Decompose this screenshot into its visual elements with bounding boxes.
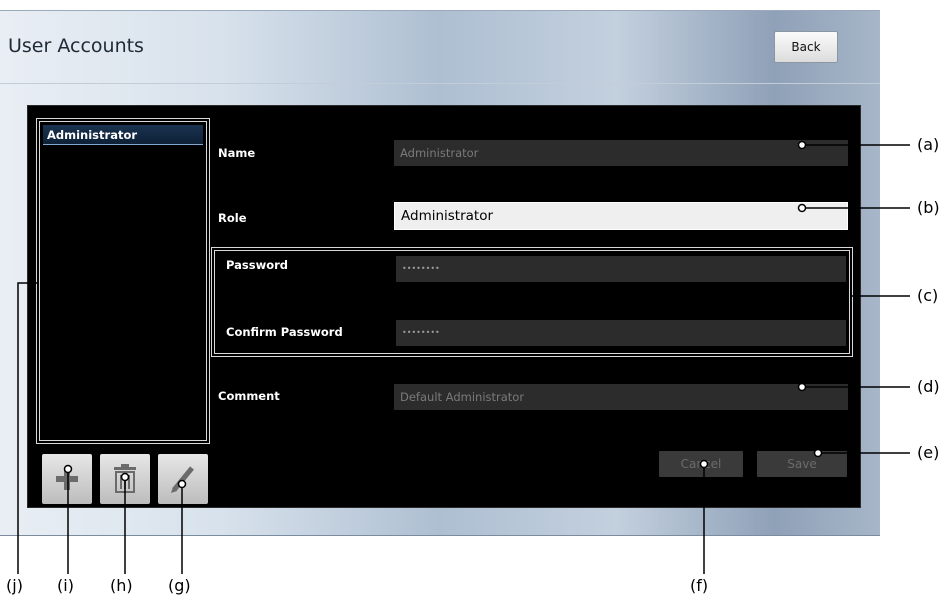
callout-d: (d)	[917, 377, 940, 396]
callout-lines	[17, 140, 910, 574]
callout-e: (e)	[917, 443, 940, 462]
callout-i: (i)	[57, 576, 74, 595]
callout-j: (j)	[6, 576, 23, 595]
callout-c: (c)	[917, 286, 939, 305]
callout-f: (f)	[690, 576, 709, 595]
callout-h: (h)	[110, 576, 133, 595]
callout-b: (b)	[917, 198, 940, 217]
callout-g: (g)	[168, 576, 191, 595]
callout-a: (a)	[917, 135, 940, 154]
